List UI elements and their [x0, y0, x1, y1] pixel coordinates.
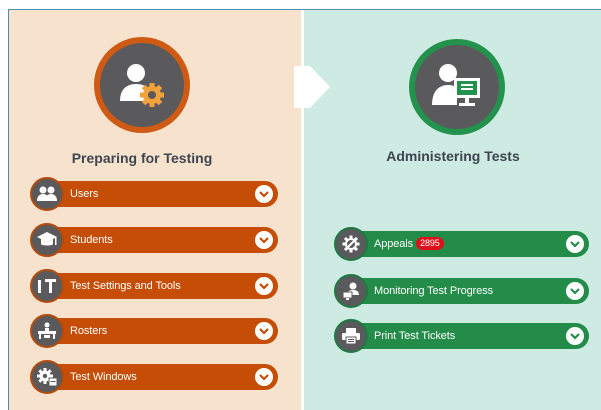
chevron-down-icon[interactable]: [566, 235, 584, 253]
menu-item-test-windows[interactable]: Test Windows: [30, 360, 278, 394]
menu-item-rosters[interactable]: Rosters: [30, 314, 278, 348]
arrow-right-icon: [294, 66, 330, 108]
gavel-icon: [334, 227, 368, 261]
user-gear-icon: [100, 43, 184, 127]
menu-item-label: Appeals: [374, 238, 414, 250]
administering-title: Administering Tests: [386, 148, 520, 164]
menu-item-label: Rosters: [70, 325, 108, 337]
printer-icon: [334, 319, 368, 353]
user-desk-icon: [334, 274, 368, 308]
preparing-panel: Preparing for Testing Users Students Tes…: [9, 10, 301, 410]
gear-calendar-icon: [30, 360, 64, 394]
menu-item-label: Test Settings and Tools: [70, 280, 181, 292]
menu-item-label: Students: [70, 234, 113, 246]
menu-item-label: Print Test Tickets: [374, 330, 456, 342]
administering-header-badge: [409, 39, 505, 135]
menu-item-label: Test Windows: [70, 371, 137, 383]
chevron-down-icon[interactable]: [255, 277, 273, 295]
chevron-down-icon[interactable]: [255, 322, 273, 340]
chevron-down-icon[interactable]: [566, 327, 584, 345]
graduation-cap-icon: [30, 223, 64, 257]
dashboard-frame: Preparing for Testing Users Students Tes…: [8, 9, 601, 410]
menu-item-students[interactable]: Students: [30, 223, 278, 257]
chevron-down-icon[interactable]: [566, 282, 584, 300]
text-tools-icon: [30, 269, 64, 303]
menu-item-print-test-tickets[interactable]: Print Test Tickets: [334, 319, 589, 353]
classroom-icon: [30, 314, 64, 348]
menu-item-label: Users: [70, 188, 99, 200]
menu-item-monitoring-test-progress[interactable]: Monitoring Test Progress: [334, 274, 589, 308]
menu-item-users[interactable]: Users: [30, 177, 278, 211]
preparing-title: Preparing for Testing: [71, 150, 213, 166]
menu-item-label: Monitoring Test Progress: [374, 285, 494, 297]
user-monitor-icon: [415, 45, 499, 129]
chevron-down-icon[interactable]: [255, 185, 273, 203]
menu-item-appeals[interactable]: Appeals 2895: [334, 227, 589, 261]
appeals-count-badge: 2895: [416, 236, 444, 250]
chevron-down-icon[interactable]: [255, 368, 273, 386]
administering-panel: Administering Tests Appeals 2895 Monitor…: [304, 10, 601, 410]
chevron-down-icon[interactable]: [255, 231, 273, 249]
menu-item-label-wrap: Appeals 2895: [374, 231, 444, 257]
users-icon: [30, 177, 64, 211]
menu-item-test-settings-and-tools[interactable]: Test Settings and Tools: [30, 269, 278, 303]
preparing-header-badge: [94, 37, 190, 133]
